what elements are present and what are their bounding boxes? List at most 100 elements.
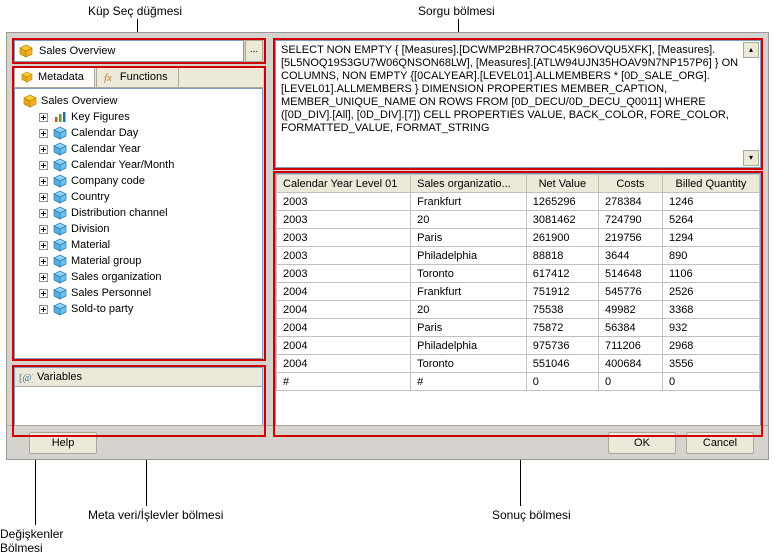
tree-item[interactable]: Material bbox=[17, 237, 260, 253]
cancel-button[interactable]: Cancel bbox=[686, 432, 754, 454]
grid-cell: 2004 bbox=[277, 283, 411, 301]
query-designer-window: Sales Overview ... Metadata fx Functions… bbox=[6, 32, 769, 460]
tree-item[interactable]: Sales Personnel bbox=[17, 285, 260, 301]
grid-cell: 3368 bbox=[662, 301, 759, 319]
expand-icon[interactable] bbox=[39, 193, 48, 202]
grid-cell: 724790 bbox=[598, 211, 662, 229]
tab-functions-label: Functions bbox=[120, 71, 168, 83]
tree-item-label: Calendar Year bbox=[71, 143, 141, 155]
expand-icon[interactable] bbox=[39, 273, 48, 282]
grid-cell: 1246 bbox=[662, 193, 759, 211]
tree-item-label: Material group bbox=[71, 255, 141, 267]
expand-icon[interactable] bbox=[39, 129, 48, 138]
metadata-tabs: Metadata fx Functions bbox=[14, 66, 263, 88]
dimension-icon bbox=[53, 158, 67, 172]
grid-cell: Toronto bbox=[411, 355, 527, 373]
grid-cell: Philadelphia bbox=[411, 337, 527, 355]
expand-icon[interactable] bbox=[39, 177, 48, 186]
expand-icon[interactable] bbox=[39, 305, 48, 314]
table-row[interactable]: 2003Paris2619002197561294 bbox=[277, 229, 760, 247]
grid-column-header[interactable]: Costs bbox=[598, 175, 662, 193]
tree-item[interactable]: Division bbox=[17, 221, 260, 237]
tree-item-label: Sales Personnel bbox=[71, 287, 151, 299]
tab-metadata[interactable]: Metadata bbox=[14, 66, 95, 87]
tree-item[interactable]: Calendar Day bbox=[17, 125, 260, 141]
expand-icon[interactable] bbox=[39, 113, 48, 122]
grid-cell: 2003 bbox=[277, 193, 411, 211]
query-pane[interactable]: SELECT NON EMPTY { [Measures].[DCWMP2BHR… bbox=[275, 40, 761, 168]
tree-item-label: Calendar Day bbox=[71, 127, 138, 139]
help-button[interactable]: Help bbox=[29, 432, 97, 454]
grid-cell: 400684 bbox=[598, 355, 662, 373]
grid-cell: 2003 bbox=[277, 211, 411, 229]
expand-icon[interactable] bbox=[39, 225, 48, 234]
table-row[interactable]: 20032030814627247905264 bbox=[277, 211, 760, 229]
table-row[interactable]: 2004Frankfurt7519125457762526 bbox=[277, 283, 760, 301]
tree-item[interactable]: Key Figures bbox=[17, 109, 260, 125]
scroll-down-button[interactable]: ▾ bbox=[743, 150, 759, 166]
expand-icon[interactable] bbox=[39, 161, 48, 170]
table-row[interactable]: 2004Paris7587256384932 bbox=[277, 319, 760, 337]
button-bar: Help OK Cancel bbox=[7, 425, 768, 459]
grid-cell: 1106 bbox=[662, 265, 759, 283]
grid-cell: 0 bbox=[598, 373, 662, 391]
dimension-icon bbox=[53, 270, 67, 284]
grid-cell: 1294 bbox=[662, 229, 759, 247]
annotation-result: Sonuç bölmesi bbox=[492, 508, 571, 522]
table-row[interactable]: 2004Philadelphia9757367112062968 bbox=[277, 337, 760, 355]
table-row[interactable]: 2004Toronto5510464006843556 bbox=[277, 355, 760, 373]
annotation-variables: Değişkenler Bölmesi bbox=[0, 527, 63, 555]
grid-column-header[interactable]: Billed Quantity bbox=[662, 175, 759, 193]
grid-cell: 751912 bbox=[526, 283, 598, 301]
tree-item-label: Distribution channel bbox=[71, 207, 168, 219]
svg-text:fx: fx bbox=[104, 72, 112, 83]
tree-item-label: Material bbox=[71, 239, 110, 251]
expand-icon[interactable] bbox=[39, 145, 48, 154]
grid-column-header[interactable]: Net Value bbox=[526, 175, 598, 193]
grid-column-header[interactable]: Sales organizatio... bbox=[411, 175, 527, 193]
dimension-icon bbox=[53, 142, 67, 156]
expand-icon[interactable] bbox=[39, 209, 48, 218]
tree-item[interactable]: Company code bbox=[17, 173, 260, 189]
tree-item[interactable]: Calendar Year bbox=[17, 141, 260, 157]
table-row[interactable]: ##000 bbox=[277, 373, 760, 391]
cube-select-field[interactable]: Sales Overview bbox=[14, 40, 244, 62]
dimension-icon bbox=[53, 302, 67, 316]
table-row[interactable]: 2003Toronto6174125146481106 bbox=[277, 265, 760, 283]
table-row[interactable]: 2003Philadelphia888183644890 bbox=[277, 247, 760, 265]
tree-item-label: Sold-to party bbox=[71, 303, 133, 315]
tab-functions[interactable]: fx Functions bbox=[96, 66, 179, 87]
tree-item-label: Sales organization bbox=[71, 271, 162, 283]
scroll-up-button[interactable]: ▴ bbox=[743, 42, 759, 58]
expand-icon[interactable] bbox=[39, 289, 48, 298]
table-row[interactable]: 2003Frankfurt12652962783841246 bbox=[277, 193, 760, 211]
grid-cell: 1265296 bbox=[526, 193, 598, 211]
tree-item[interactable]: Distribution channel bbox=[17, 205, 260, 221]
tree-root[interactable]: Sales Overview bbox=[17, 93, 260, 109]
tree-item[interactable]: Country bbox=[17, 189, 260, 205]
cube-browse-button[interactable]: ... bbox=[245, 40, 263, 62]
grid-cell: Frankfurt bbox=[411, 283, 527, 301]
tree-root-label: Sales Overview bbox=[41, 95, 117, 107]
grid-column-header[interactable]: Calendar Year Level 01 bbox=[277, 175, 411, 193]
grid-cell: # bbox=[277, 373, 411, 391]
metadata-icon bbox=[21, 71, 33, 83]
tree-item[interactable]: Material group bbox=[17, 253, 260, 269]
result-grid[interactable]: Calendar Year Level 01Sales organizatio.… bbox=[275, 173, 761, 435]
table-row[interactable]: 20042075538499823368 bbox=[277, 301, 760, 319]
expand-icon[interactable] bbox=[39, 241, 48, 250]
expand-icon[interactable] bbox=[39, 257, 48, 266]
tree-item[interactable]: Calendar Year/Month bbox=[17, 157, 260, 173]
dimension-icon bbox=[53, 254, 67, 268]
grid-cell: 975736 bbox=[526, 337, 598, 355]
metadata-tree[interactable]: Sales Overview Key Figures Calendar Day Cal… bbox=[14, 88, 263, 359]
ok-button[interactable]: OK bbox=[608, 432, 676, 454]
grid-cell: 617412 bbox=[526, 265, 598, 283]
tree-item[interactable]: Sales organization bbox=[17, 269, 260, 285]
grid-cell: 3556 bbox=[662, 355, 759, 373]
vertical-splitter[interactable] bbox=[267, 40, 271, 435]
grid-cell: 75538 bbox=[526, 301, 598, 319]
variables-icon: [@] bbox=[19, 371, 33, 383]
grid-cell: 49982 bbox=[598, 301, 662, 319]
tree-item[interactable]: Sold-to party bbox=[17, 301, 260, 317]
